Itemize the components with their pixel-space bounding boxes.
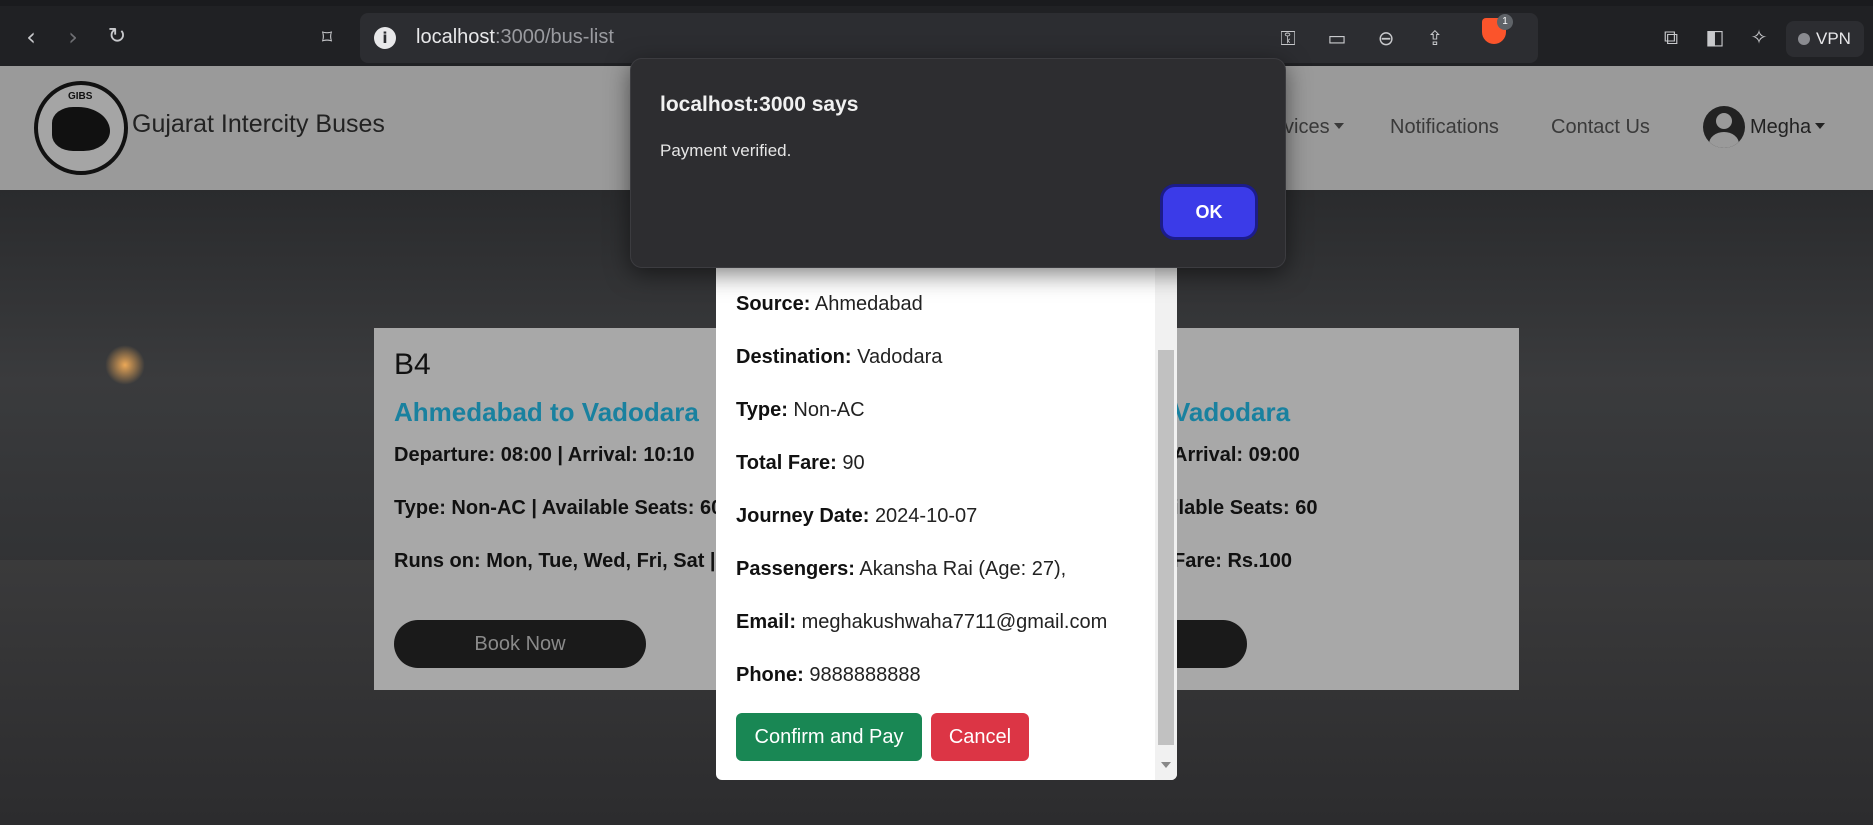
- booking-summary-modal: Source: Ahmedabad Destination: Vadodara …: [716, 268, 1177, 780]
- key-icon[interactable]: ⚿: [1273, 23, 1303, 53]
- scroll-down-arrow-icon[interactable]: [1161, 762, 1171, 768]
- summary-destination: Destination: Vadodara: [736, 346, 943, 368]
- alert-title: localhost:3000 says: [660, 93, 859, 116]
- street-lamp-glow: [105, 345, 145, 385]
- nav-contact-us[interactable]: Contact Us: [1551, 116, 1650, 139]
- modal-scrollbar[interactable]: [1155, 268, 1177, 780]
- bus-times: Departure: 08:00 | Arrival: 10:10: [394, 444, 695, 466]
- alert-ok-button[interactable]: OK: [1163, 187, 1255, 237]
- bus-seats: ilable Seats: 60: [1173, 497, 1318, 519]
- vpn-button[interactable]: VPN: [1786, 21, 1864, 57]
- book-now-button[interactable]: Book Now: [394, 620, 646, 668]
- bus-card: B4 Ahmedabad to Vadodara Departure: 08:0…: [374, 328, 774, 690]
- summary-source: Source: Ahmedabad: [736, 293, 923, 315]
- user-menu[interactable]: Megha: [1750, 116, 1826, 139]
- summary-phone: Phone: 9888888888: [736, 664, 921, 686]
- scrollbar-thumb[interactable]: [1158, 350, 1174, 745]
- summary-passengers: Passengers: Akansha Rai (Age: 27),: [736, 558, 1067, 580]
- bus-type-seats: Type: Non-AC | Available Seats: 60: [394, 497, 723, 519]
- browser-toolbar: ‹ › ↻ ⌑ i localhost:3000/bus-list ⚿ ▭ ⊖ …: [0, 0, 1873, 66]
- extensions-icon[interactable]: ⧉: [1654, 20, 1688, 54]
- share-icon[interactable]: ⇪: [1420, 23, 1450, 53]
- nav-notifications[interactable]: Notifications: [1390, 116, 1499, 139]
- bus-fare: Fare: Rs.100: [1173, 550, 1292, 572]
- zoom-out-icon[interactable]: ⊖: [1371, 23, 1401, 53]
- site-brand[interactable]: Gujarat Intercity Buses: [132, 110, 385, 139]
- vpn-status-icon: [1798, 33, 1810, 45]
- bus-route: Vadodara: [1173, 397, 1291, 427]
- leo-icon[interactable]: ✧: [1742, 20, 1776, 54]
- sidebar-icon[interactable]: ◧: [1698, 20, 1732, 54]
- url-text[interactable]: localhost:3000/bus-list: [416, 26, 614, 49]
- bus-times: Arrival: 09:00: [1173, 444, 1300, 466]
- confirm-and-pay-button[interactable]: Confirm and Pay: [736, 713, 922, 761]
- summary-email: Email: meghakushwaha7711@gmail.com: [736, 611, 1108, 633]
- bus-route: Ahmedabad to Vadodara: [394, 397, 699, 427]
- bus-card: Vadodara Arrival: 09:00 ilable Seats: 60…: [1130, 328, 1519, 690]
- info-icon[interactable]: i: [374, 27, 396, 49]
- bus-number: B4: [394, 348, 431, 381]
- gujarat-map-icon: [52, 107, 110, 151]
- summary-type: Type: Non-AC: [736, 399, 865, 421]
- user-avatar-icon[interactable]: [1703, 106, 1745, 148]
- reload-icon[interactable]: ↻: [100, 20, 134, 54]
- browser-alert-dialog: localhost:3000 says Payment verified. OK: [630, 58, 1286, 268]
- nav-services-dropdown[interactable]: vices: [1284, 116, 1344, 139]
- chevron-down-icon: [1815, 123, 1826, 129]
- cancel-button[interactable]: Cancel: [931, 713, 1029, 761]
- summary-journey-date: Journey Date: 2024-10-07: [736, 505, 978, 527]
- shield-count-badge: 1: [1497, 14, 1513, 30]
- back-icon[interactable]: ‹: [14, 20, 48, 54]
- address-bar[interactable]: i localhost:3000/bus-list ⚿ ▭ ⊖ ⇪: [360, 13, 1538, 63]
- bus-runs-on: Runs on: Mon, Tue, Wed, Fri, Sat | F: [394, 550, 734, 572]
- cast-icon[interactable]: ▭: [1322, 23, 1352, 53]
- forward-icon[interactable]: ›: [56, 20, 90, 54]
- gibs-logo[interactable]: GIBS: [34, 81, 128, 175]
- bookmark-icon[interactable]: ⌑: [310, 20, 344, 54]
- alert-message: Payment verified.: [660, 141, 792, 160]
- summary-total-fare: Total Fare: 90: [736, 452, 865, 474]
- chevron-down-icon: [1333, 123, 1344, 129]
